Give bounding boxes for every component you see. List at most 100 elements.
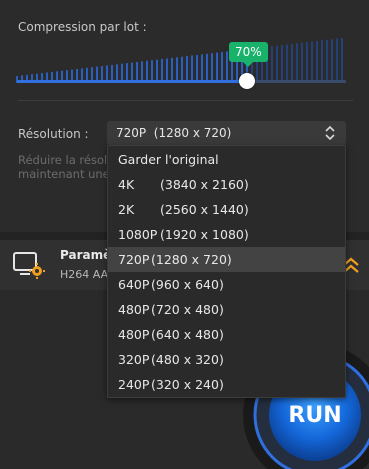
level-bar xyxy=(191,55,193,80)
level-bar xyxy=(176,57,178,80)
dropdown-option[interactable]: 1080P (1920 x 1080) xyxy=(108,222,345,247)
resolution-select-value: 720P (1280 x 720) xyxy=(116,126,231,140)
level-bar xyxy=(126,63,128,80)
resolution-selected-dims: (1280 x 720) xyxy=(153,126,232,140)
level-bar xyxy=(201,54,203,80)
level-bar xyxy=(71,69,73,80)
compression-slider[interactable]: 70% xyxy=(16,36,346,89)
level-bar xyxy=(81,68,83,80)
dropdown-option[interactable]: Garder l'original xyxy=(108,147,345,172)
level-bar xyxy=(56,71,58,80)
level-bar xyxy=(116,64,118,80)
resolution-dropdown-list: Garder l'original 4K (3840 x 2160) 2K (2560 … xyxy=(107,145,346,398)
level-bar xyxy=(271,46,273,80)
level-bar xyxy=(316,40,318,80)
level-bar xyxy=(286,44,288,80)
level-bar xyxy=(211,53,213,80)
resolution-select[interactable]: 720P (1280 x 720) xyxy=(107,121,346,145)
resolution-hint: Réduire la résolu maintenant une xyxy=(18,153,118,181)
level-bar xyxy=(131,62,133,80)
level-bar xyxy=(66,70,68,80)
level-bar xyxy=(181,56,183,80)
chevron-up-down-icon xyxy=(325,125,335,141)
settings-subtitle: H264 AA xyxy=(60,268,109,281)
level-bar xyxy=(156,59,158,80)
level-bar xyxy=(326,39,328,80)
level-bar xyxy=(276,45,278,80)
level-bar xyxy=(121,63,123,80)
compression-level-bars xyxy=(16,38,343,80)
level-bar xyxy=(171,57,173,80)
option-name: 4K xyxy=(118,177,135,192)
level-bar xyxy=(96,66,98,80)
level-bar xyxy=(166,58,168,80)
option-dimensions: (1920 x 1080) xyxy=(160,227,249,242)
option-name: 2K xyxy=(118,202,135,217)
slider-knob[interactable] xyxy=(239,73,255,89)
level-bar xyxy=(321,40,323,80)
level-bar xyxy=(61,70,63,80)
level-bar xyxy=(86,67,88,80)
level-bar xyxy=(186,56,188,80)
option-dimensions: (960 x 640) xyxy=(151,277,224,292)
level-bar xyxy=(301,42,303,80)
level-bar xyxy=(146,60,148,80)
level-bar xyxy=(281,45,283,80)
run-label: RUN xyxy=(288,403,341,428)
compression-label: Compression par lot : xyxy=(18,20,147,34)
option-dimensions: (720 x 480) xyxy=(151,302,224,317)
level-bar xyxy=(331,39,333,80)
level-bar xyxy=(306,42,308,80)
option-name: Garder l'original xyxy=(118,152,219,167)
option-dimensions: (640 x 480) xyxy=(151,327,224,342)
app-window: Compression par lot : 70% Résolution : 7… xyxy=(0,0,369,469)
resolution-selected-name: 720P xyxy=(116,126,147,140)
level-bar xyxy=(221,52,223,80)
level-bar xyxy=(151,60,153,80)
level-bar xyxy=(336,38,338,80)
level-bar xyxy=(311,41,313,80)
level-bar xyxy=(136,62,138,80)
level-bar xyxy=(46,72,48,80)
level-bar xyxy=(161,59,163,80)
option-name: 480P xyxy=(118,302,150,317)
level-bar xyxy=(206,53,208,80)
level-bar xyxy=(341,38,343,80)
option-dimensions: (320 x 240) xyxy=(151,377,224,392)
option-name: 240P xyxy=(118,377,150,392)
option-name: 720P xyxy=(118,252,150,267)
dropdown-option[interactable]: 320P (480 x 320) xyxy=(108,347,345,372)
option-dimensions: (3840 x 2160) xyxy=(160,177,249,192)
hint-line-1: Réduire la résolu xyxy=(18,153,115,167)
level-bar xyxy=(291,43,293,80)
monitor-gear-icon xyxy=(13,252,45,279)
hint-line-2: maintenant une xyxy=(18,167,110,181)
slider-value-bubble: 70% xyxy=(229,42,268,67)
option-name: 640P xyxy=(118,277,150,292)
level-bar xyxy=(216,52,218,80)
level-bar xyxy=(141,61,143,80)
dropdown-option[interactable]: 640P (960 x 640) xyxy=(108,272,345,297)
dropdown-option[interactable]: 720P (1280 x 720) xyxy=(108,247,345,272)
option-name: 480P xyxy=(118,327,150,342)
option-dimensions: (2560 x 1440) xyxy=(160,202,249,217)
level-bar xyxy=(76,69,78,80)
option-name: 320P xyxy=(118,352,150,367)
level-bar xyxy=(101,66,103,80)
dropdown-option[interactable]: 4K (3840 x 2160) xyxy=(108,172,345,197)
option-name: 1080P xyxy=(118,227,158,242)
level-bar xyxy=(296,43,298,80)
option-dimensions: (1280 x 720) xyxy=(151,252,232,267)
level-bar xyxy=(41,73,43,80)
section-divider xyxy=(18,100,353,101)
level-bar xyxy=(111,64,113,80)
level-bar xyxy=(226,51,228,80)
dropdown-option[interactable]: 480P (720 x 480) xyxy=(108,297,345,322)
dropdown-option[interactable]: 240P (320 x 240) xyxy=(108,372,345,397)
level-bar xyxy=(106,65,108,80)
dropdown-option[interactable]: 480P (640 x 480) xyxy=(108,322,345,347)
level-bar xyxy=(51,71,53,80)
option-dimensions: (480 x 320) xyxy=(151,352,224,367)
dropdown-option[interactable]: 2K (2560 x 1440) xyxy=(108,197,345,222)
level-bar xyxy=(91,67,93,80)
